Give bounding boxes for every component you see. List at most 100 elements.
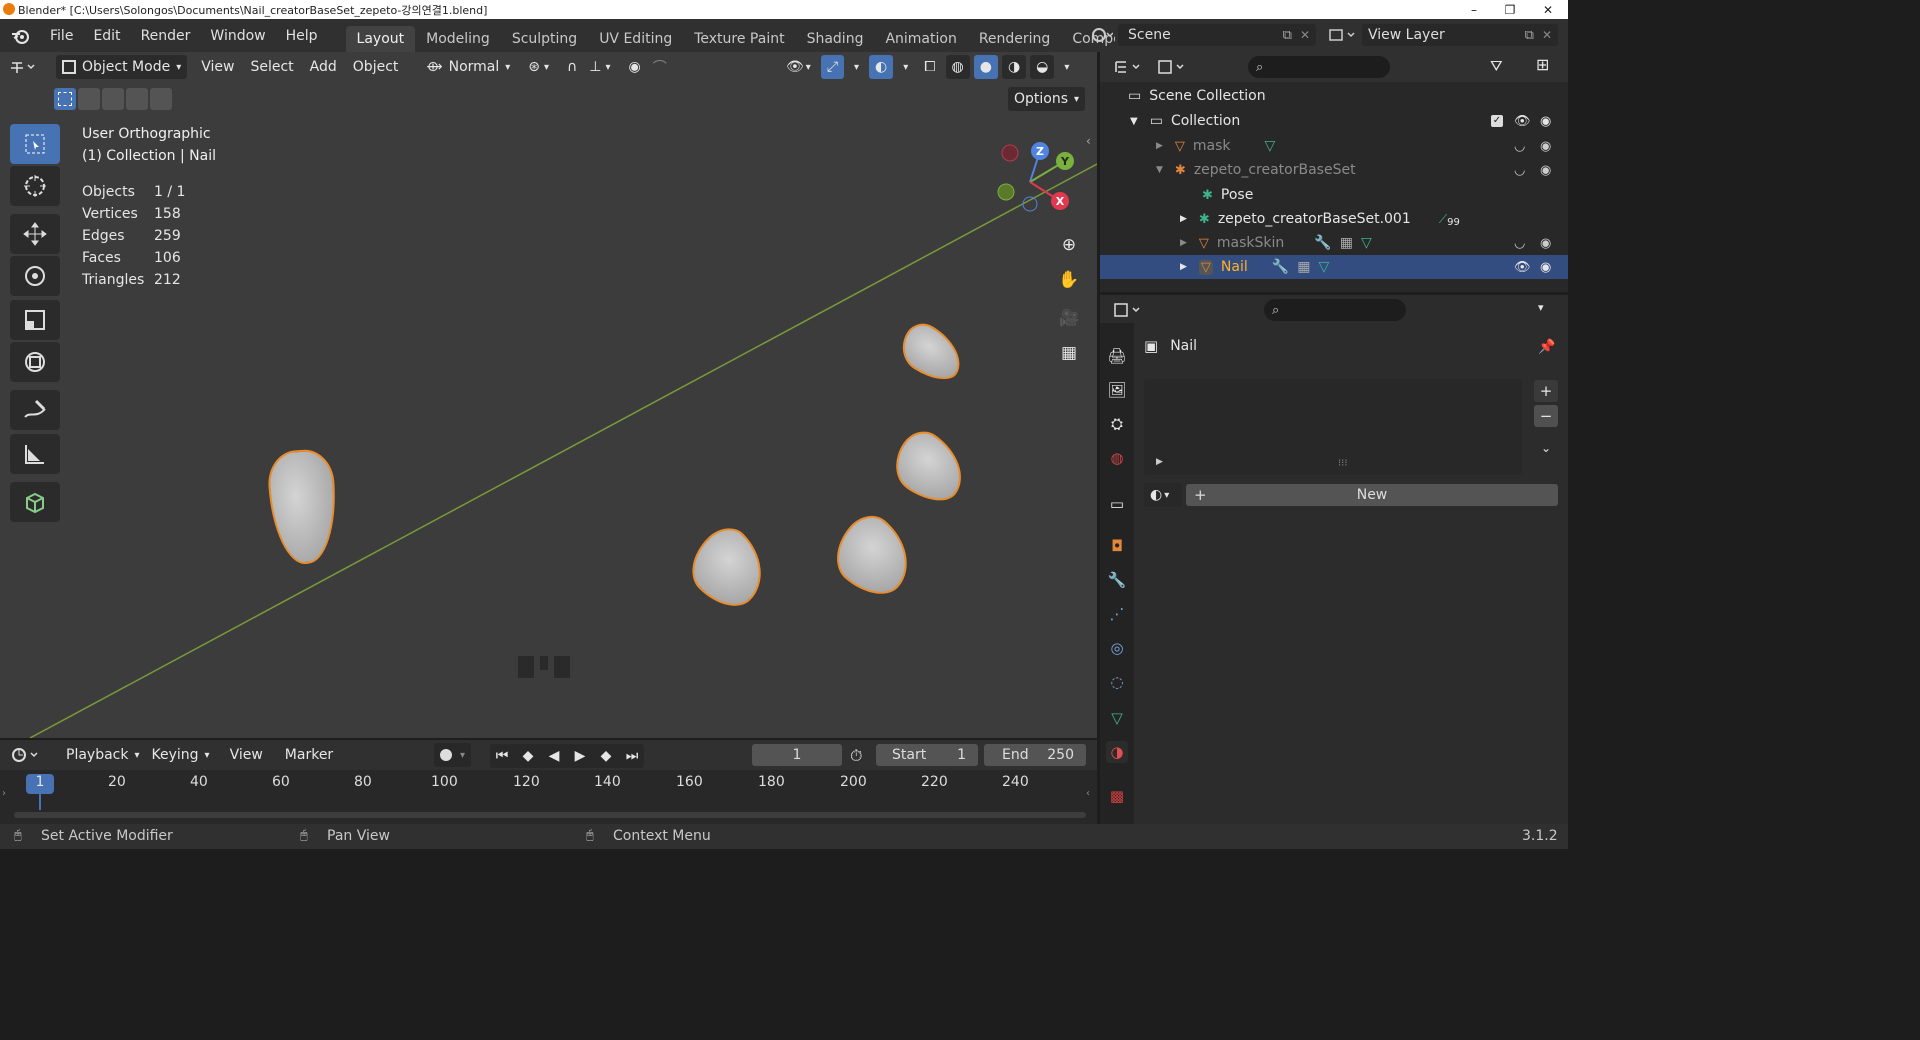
- scene-selector-icon[interactable]: [1086, 23, 1118, 47]
- outliner-row-pose[interactable]: ✱ Pose: [1100, 183, 1568, 207]
- play-reverse-icon[interactable]: ◀: [542, 744, 566, 768]
- menu-help[interactable]: Help: [276, 28, 328, 44]
- play-icon[interactable]: ▶: [568, 744, 592, 768]
- options-chevron-icon[interactable]: ▾: [1538, 301, 1544, 314]
- eye-closed-icon[interactable]: ◡: [1514, 139, 1525, 154]
- gizmo-dropdown[interactable]: ▾: [848, 55, 865, 79]
- timeline-editor[interactable]: Playback ▾ Keying ▾ View Marker ▾ ⏮ ◆ ◀ ▶ …: [0, 740, 1097, 824]
- material-shading-button[interactable]: ◑: [1001, 55, 1027, 79]
- tab-modifier-icon[interactable]: 🔧: [1106, 569, 1128, 591]
- blender-menu-icon[interactable]: [0, 27, 40, 45]
- tab-modeling[interactable]: Modeling: [415, 26, 501, 52]
- current-frame-field[interactable]: 1: [752, 744, 842, 766]
- select-subtract-button[interactable]: [102, 88, 124, 110]
- timeline-scrollbar[interactable]: [14, 812, 1086, 818]
- properties-editor-type-icon[interactable]: [1108, 298, 1148, 322]
- playback-menu[interactable]: Playback ▾: [60, 743, 146, 767]
- transform-tool[interactable]: [10, 342, 60, 382]
- delete-view-layer-icon[interactable]: ✕: [1542, 28, 1552, 42]
- maximize-button[interactable]: ❐: [1492, 0, 1528, 19]
- rotate-tool[interactable]: [10, 256, 60, 296]
- pin-icon[interactable]: 📌: [1538, 339, 1555, 355]
- tab-uv-editing[interactable]: UV Editing: [588, 26, 683, 52]
- properties-search-input[interactable]: ⌕: [1264, 299, 1406, 321]
- view-layer-field[interactable]: View Layer ⧉ ✕: [1362, 24, 1558, 46]
- outliner-editor-type-icon[interactable]: [1108, 55, 1148, 79]
- shading-dropdown[interactable]: ▾: [1058, 55, 1075, 79]
- eye-icon[interactable]: 👁: [1514, 260, 1531, 275]
- orientation-dropdown[interactable]: ⟴ Normal ▾: [420, 55, 516, 79]
- tab-physics-icon[interactable]: ◎: [1106, 637, 1128, 659]
- overlay-toggle[interactable]: ◐: [869, 55, 894, 79]
- tab-material-icon[interactable]: ◑: [1106, 741, 1128, 763]
- outliner-row-collection[interactable]: ▼ ▭ Collection ✓ 👁 ◉: [1100, 109, 1568, 133]
- solid-shading-button[interactable]: ●: [973, 55, 998, 79]
- pan-hand-icon[interactable]: ✋: [1054, 265, 1084, 295]
- menu-edit[interactable]: Edit: [83, 28, 130, 44]
- resize-grip-icon[interactable]: ⁝⁝⁝: [1338, 458, 1348, 469]
- eye-closed-icon[interactable]: ◡: [1514, 163, 1525, 178]
- prev-keyframe-icon[interactable]: ◆: [516, 744, 540, 768]
- tab-animation[interactable]: Animation: [874, 26, 967, 52]
- select-extend-button[interactable]: [78, 88, 100, 110]
- new-material-button[interactable]: + New: [1186, 484, 1558, 506]
- tab-collection-icon[interactable]: ▭: [1106, 493, 1128, 515]
- rendered-shading-button[interactable]: ◒: [1030, 55, 1055, 79]
- timeline-view-menu[interactable]: View: [224, 743, 269, 767]
- minimize-button[interactable]: –: [1456, 0, 1492, 19]
- pivot-point-dropdown[interactable]: ⊛ ▾: [522, 55, 555, 79]
- jump-start-icon[interactable]: ⏮: [490, 744, 514, 768]
- chevron-right-icon[interactable]: ▶: [1180, 238, 1187, 248]
- tab-rendering[interactable]: Rendering: [968, 26, 1062, 52]
- filter-icon[interactable]: ⛛: [1490, 57, 1503, 75]
- eye-closed-icon[interactable]: ◡: [1514, 236, 1525, 251]
- gizmo-toggle[interactable]: ⤢: [820, 55, 845, 79]
- camera-render-icon[interactable]: ◉: [1540, 260, 1551, 275]
- 3d-viewport[interactable]: Object Mode ▾ View Select Add Object ⟴ N…: [0, 52, 1097, 738]
- visibility-dropdown[interactable]: 👁 ▾: [780, 55, 817, 79]
- chevron-down-icon[interactable]: ▼: [1156, 165, 1163, 175]
- jump-end-icon[interactable]: ⏭: [620, 744, 644, 768]
- outliner-row-scene-collection[interactable]: ▭ Scene Collection: [1100, 84, 1568, 108]
- scene-name-field[interactable]: Scene ⧉ ✕: [1118, 24, 1316, 46]
- outliner-row-mask[interactable]: ▶ ▽ mask ▽ ◡ ◉: [1100, 134, 1568, 158]
- chevron-right-icon[interactable]: ▶: [1180, 214, 1187, 224]
- outliner-search-input[interactable]: ⌕: [1248, 56, 1390, 78]
- perspective-grid-icon[interactable]: ▦: [1054, 338, 1084, 368]
- chevron-down-icon[interactable]: ▼: [1130, 116, 1138, 127]
- tab-texture-paint[interactable]: Texture Paint: [683, 26, 795, 52]
- tab-shading[interactable]: Shading: [796, 26, 875, 52]
- chevron-right-icon[interactable]: ▶: [1156, 457, 1163, 467]
- tab-texture-icon[interactable]: ▩: [1106, 785, 1128, 807]
- select-invert-button[interactable]: [126, 88, 148, 110]
- select-box-tool[interactable]: [10, 124, 60, 164]
- remove-slot-button[interactable]: −: [1534, 405, 1558, 427]
- chevron-right-icon[interactable]: ▶: [1180, 262, 1187, 272]
- menu-window[interactable]: Window: [200, 28, 275, 44]
- material-slot-list[interactable]: ▶ ⁝⁝⁝: [1144, 379, 1522, 475]
- playhead-indicator[interactable]: 1: [26, 774, 54, 794]
- outliner-row-armature[interactable]: ▼ ✱ zepeto_creatorBaseSet ◡ ◉: [1100, 158, 1568, 182]
- tab-world-icon[interactable]: ◍: [1106, 447, 1128, 469]
- outliner-row-nail[interactable]: ▶ ▽ Nail 🔧 ▦ ▽ 👁 ◉: [1100, 255, 1568, 279]
- chevron-right-icon[interactable]: ▶: [1156, 141, 1163, 151]
- zoom-icon[interactable]: ⊕: [1054, 230, 1084, 260]
- keying-menu[interactable]: Keying ▾: [146, 743, 216, 767]
- start-frame-field[interactable]: Start 1: [876, 744, 978, 766]
- camera-render-icon[interactable]: ◉: [1540, 114, 1551, 129]
- menu-view[interactable]: View: [193, 59, 242, 75]
- copy-view-layer-icon[interactable]: ⧉: [1525, 28, 1534, 43]
- outliner-editor[interactable]: ⌕ ⛛ ⊞ ▭ Scene Collection ▼ ▭ Collection …: [1100, 52, 1568, 292]
- copy-scene-icon[interactable]: ⧉: [1283, 28, 1292, 43]
- tab-sculpting[interactable]: Sculpting: [501, 26, 588, 52]
- view-layer-selector-icon[interactable]: [1322, 23, 1362, 47]
- outliner-row-maskskin[interactable]: ▶ ▽ maskSkin 🔧 ▦ ▽ ◡ ◉: [1100, 231, 1568, 255]
- mode-dropdown[interactable]: Object Mode ▾: [56, 55, 188, 79]
- falloff-dropdown[interactable]: ⌒: [647, 55, 673, 79]
- camera-render-icon[interactable]: ◉: [1540, 163, 1551, 178]
- menu-render[interactable]: Render: [131, 28, 201, 44]
- add-slot-button[interactable]: +: [1534, 380, 1558, 402]
- wireframe-shading-button[interactable]: ◍: [945, 55, 970, 79]
- overlay-dropdown[interactable]: ▾: [897, 55, 914, 79]
- tab-view-layer-icon[interactable]: ⛭: [1106, 413, 1128, 435]
